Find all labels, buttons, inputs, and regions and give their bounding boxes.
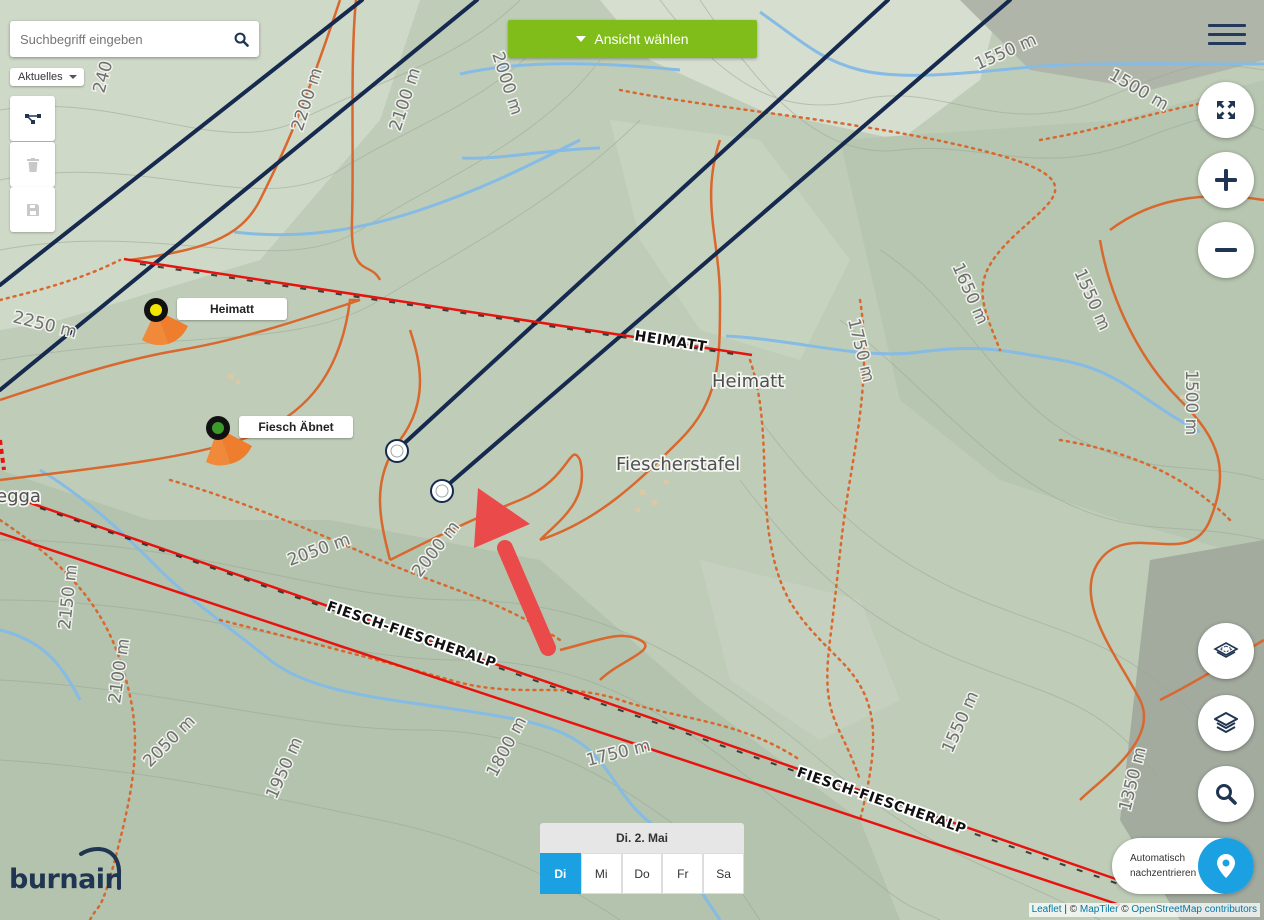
maptiler-link[interactable]: MapTiler bbox=[1080, 904, 1119, 915]
search-icon[interactable] bbox=[223, 21, 259, 57]
location-pin-icon bbox=[1217, 854, 1235, 878]
map-attribution: Leaflet | © MapTiler © OpenStreetMap con… bbox=[1028, 903, 1260, 917]
search-input[interactable] bbox=[10, 21, 223, 57]
station-label-fiesch-abnet[interactable]: Fiesch Äbnet bbox=[239, 416, 353, 438]
trash-icon bbox=[26, 157, 39, 172]
delete-button[interactable] bbox=[10, 142, 55, 187]
selected-date: Di. 2. Mai bbox=[540, 823, 744, 853]
day-tab-sa[interactable]: Sa bbox=[703, 853, 744, 894]
zoom-out-button[interactable] bbox=[1198, 222, 1254, 278]
search-bar bbox=[10, 21, 259, 57]
fullscreen-button[interactable] bbox=[1198, 82, 1254, 138]
day-tab-do[interactable]: Do bbox=[621, 853, 663, 894]
map-search-button[interactable] bbox=[1198, 766, 1254, 822]
minus-icon bbox=[1215, 248, 1237, 252]
route-tool-button[interactable] bbox=[10, 96, 55, 141]
day-tab-fr[interactable]: Fr bbox=[662, 853, 704, 894]
recenter-toggle[interactable]: Automatisch nachzentrieren bbox=[1112, 838, 1254, 894]
chevron-down-icon bbox=[68, 75, 77, 79]
burnair-logo: burnair bbox=[9, 842, 124, 898]
search-icon bbox=[1216, 784, 1237, 805]
layers-icon bbox=[1214, 712, 1238, 733]
place-name-fiescherstafel: Fiescherstafel bbox=[616, 454, 740, 475]
save-button[interactable] bbox=[10, 187, 55, 232]
contour-label: 1500 m bbox=[1181, 370, 1201, 435]
day-tab-di[interactable]: Di bbox=[540, 853, 581, 894]
layers-button[interactable] bbox=[1198, 695, 1254, 751]
map-canvas[interactable]: 240 2200 m 2100 m 2000 m 1550 m 1500 m 2… bbox=[0, 0, 1264, 920]
filter-selected-label: Aktuelles bbox=[18, 71, 63, 83]
hamburger-icon bbox=[1208, 24, 1246, 27]
menu-button[interactable] bbox=[1208, 24, 1246, 52]
layers-outline-icon bbox=[1213, 642, 1239, 658]
day-tab-mi[interactable]: Mi bbox=[580, 853, 622, 894]
station-label-heimatt[interactable]: Heimatt bbox=[177, 298, 287, 320]
caret-down-icon bbox=[576, 36, 587, 42]
place-name-heimatt: Heimatt bbox=[712, 371, 784, 392]
flight-track-end-marker[interactable] bbox=[430, 479, 454, 503]
zoom-in-button[interactable] bbox=[1198, 152, 1254, 208]
leaflet-link[interactable]: Leaflet bbox=[1032, 904, 1062, 915]
flight-track-end-marker[interactable] bbox=[385, 439, 409, 463]
save-icon bbox=[26, 203, 39, 216]
map-layer-button[interactable] bbox=[1198, 623, 1254, 679]
view-selector-label: Ansicht wählen bbox=[594, 31, 689, 47]
osm-link[interactable]: OpenStreetMap contributors bbox=[1131, 904, 1257, 915]
plus-icon bbox=[1215, 169, 1237, 191]
network-icon bbox=[24, 113, 41, 124]
fullscreen-icon bbox=[1217, 101, 1235, 119]
day-selector: Di. 2. Mai Di Mi Do Fr Sa bbox=[540, 823, 744, 894]
place-name-egga: egga bbox=[0, 486, 41, 507]
location-pin-button[interactable] bbox=[1198, 838, 1254, 894]
news-filter-select[interactable]: Aktuelles bbox=[10, 68, 84, 86]
view-selector-button[interactable]: Ansicht wählen bbox=[508, 20, 757, 58]
